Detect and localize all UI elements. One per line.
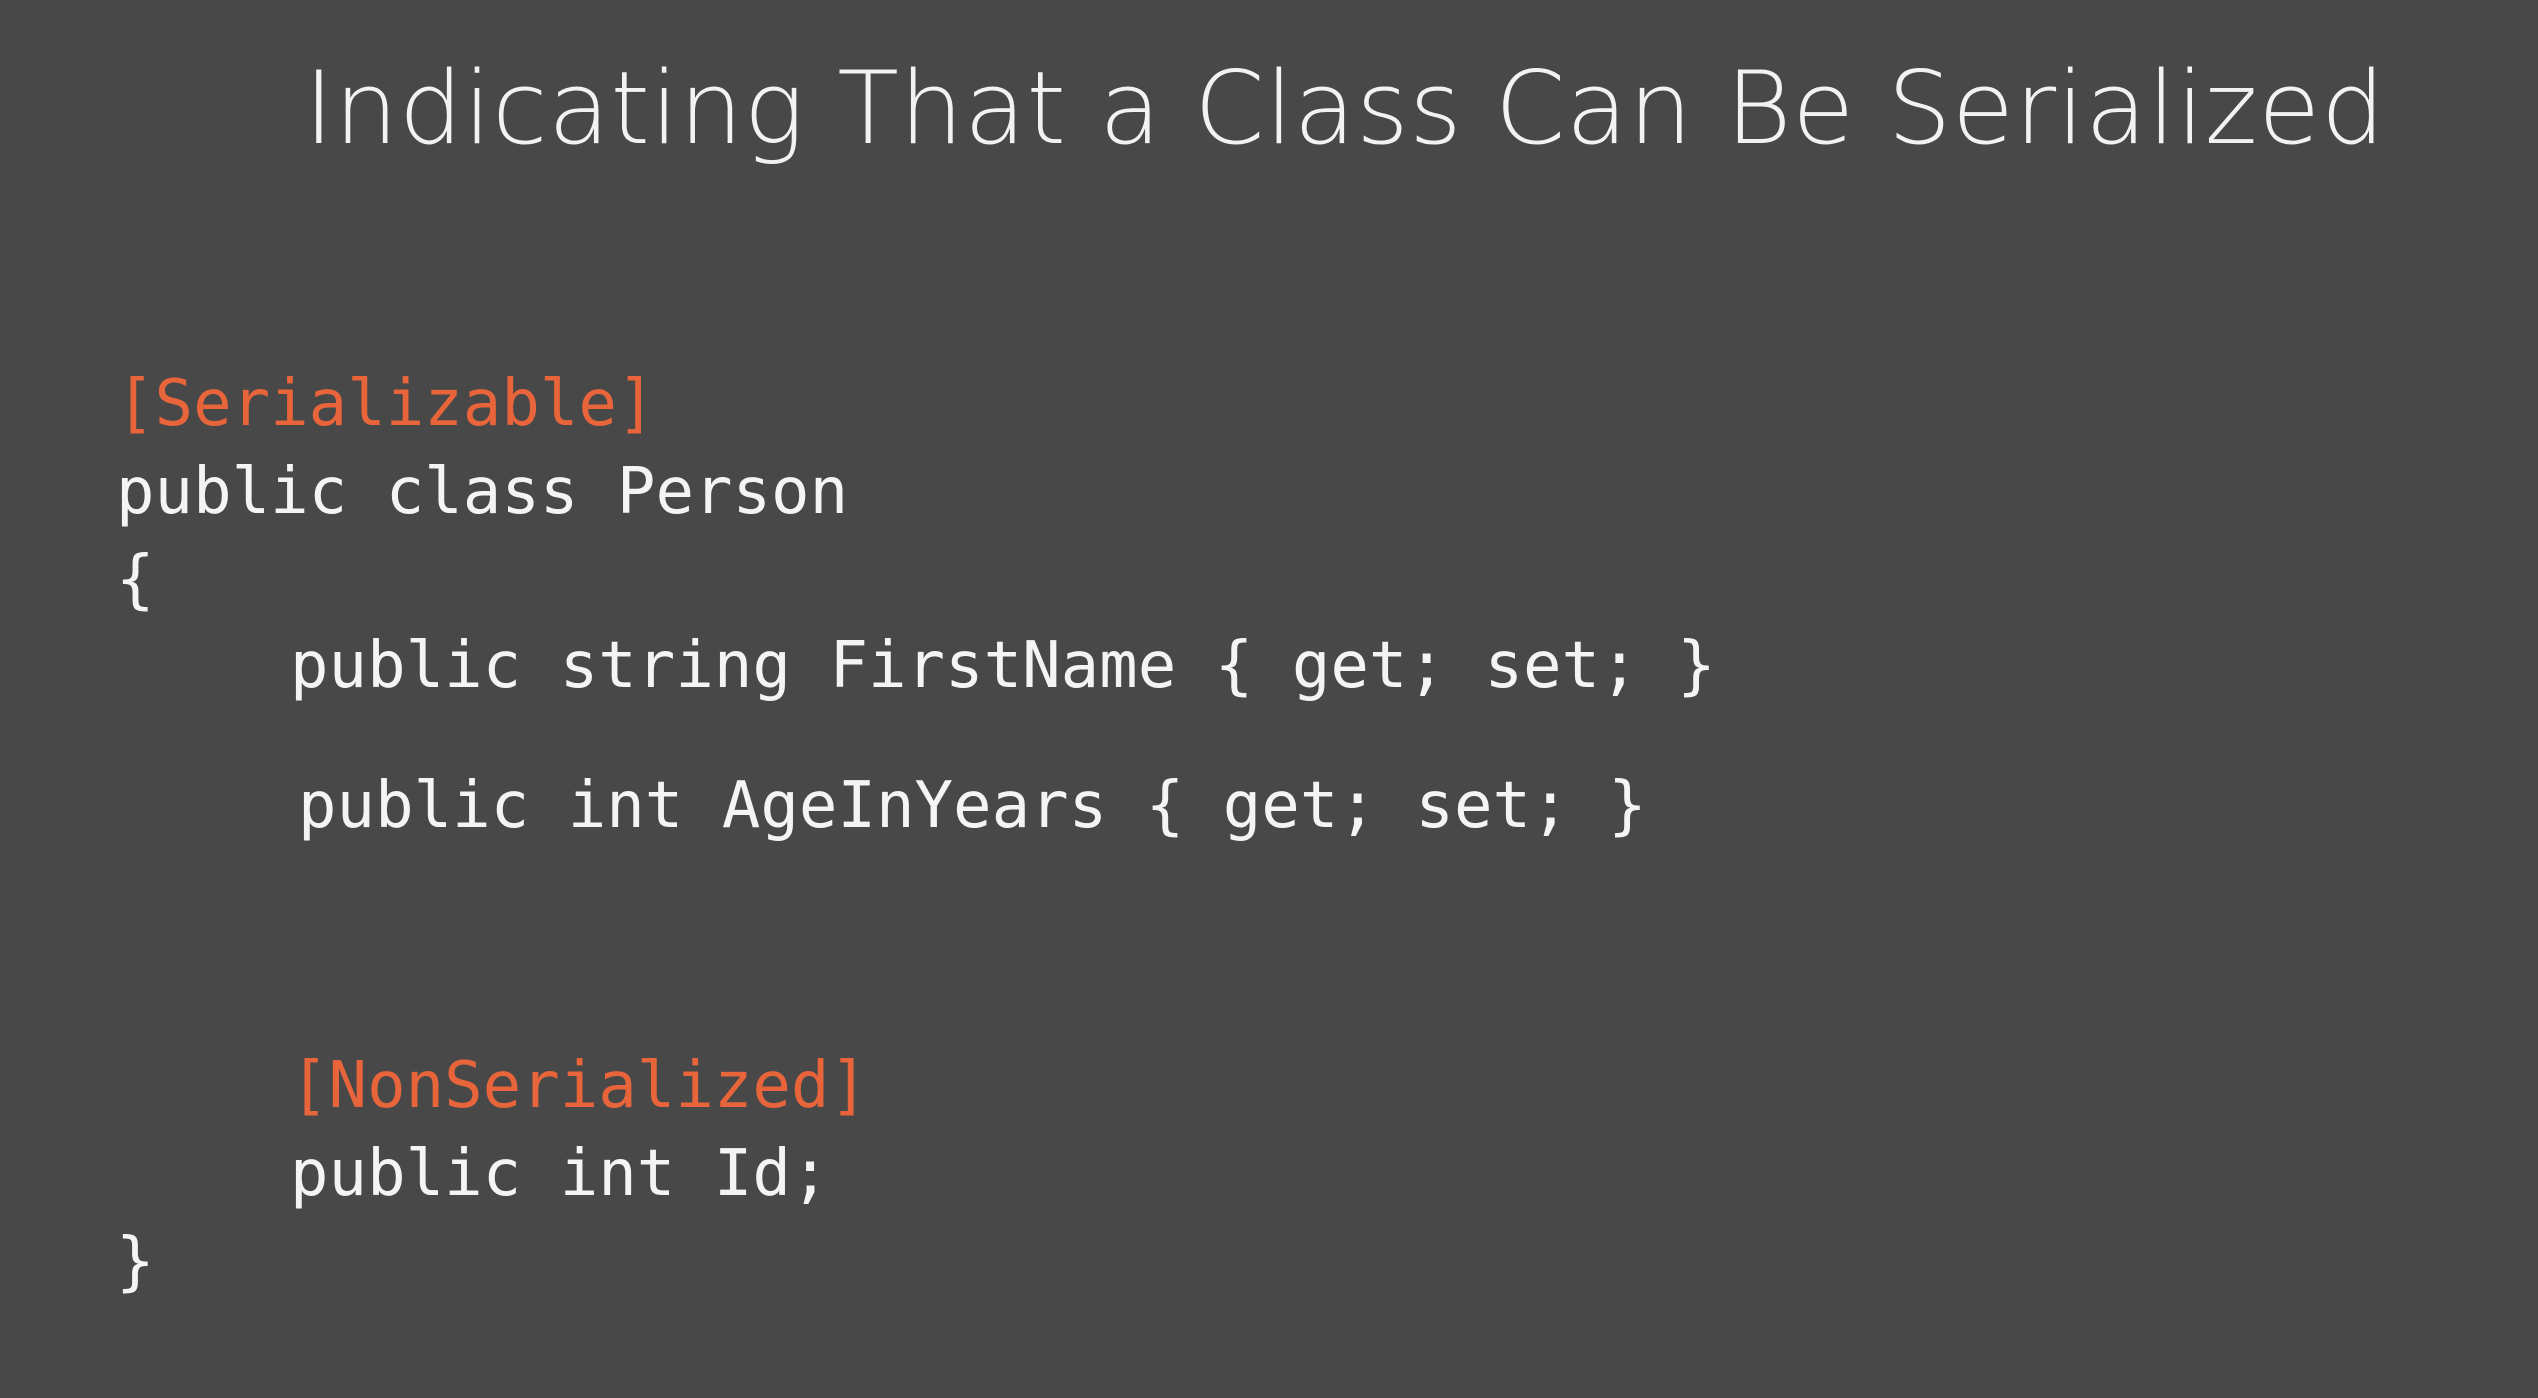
serializable-attribute: [Serializable]	[116, 367, 656, 441]
nonserialized-attribute: [NonSerialized]	[290, 1049, 868, 1123]
slide-title: Indicating That a Class Can Be Serialize…	[304, 49, 2386, 167]
close-brace: }	[116, 1225, 155, 1299]
class-declaration: public class Person	[116, 455, 849, 529]
slide: Indicating That a Class Can Be Serialize…	[0, 0, 2538, 1398]
ageinyears-property: public int AgeInYears { get; set; }	[298, 769, 1647, 843]
id-field: public int Id;	[290, 1137, 830, 1211]
open-brace: {	[116, 543, 155, 617]
firstname-property: public string FirstName { get; set; }	[290, 629, 1716, 703]
